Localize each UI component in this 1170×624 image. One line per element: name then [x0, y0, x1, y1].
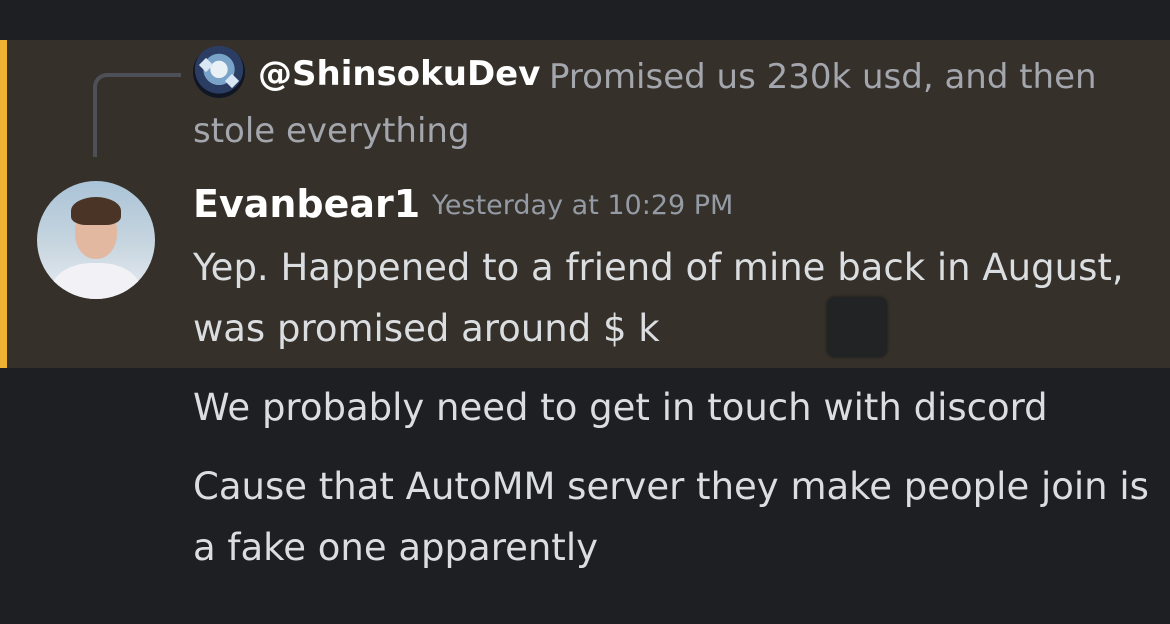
message-timestamp[interactable]: Yesterday at 10:29 PM [432, 186, 733, 226]
reply-spine [93, 73, 181, 157]
message-line: Cause that AutoMM server they make peopl… [193, 465, 1149, 569]
message-author[interactable]: Evanbear1 [193, 178, 420, 230]
avatar-hair [71, 197, 121, 225]
message-line: We probably need to get in touch with di… [193, 386, 1048, 429]
user-avatar[interactable] [37, 181, 155, 299]
highlight-accent-bar [0, 40, 7, 368]
message-line: Yep. Happened to a friend of mine back i… [193, 246, 1124, 350]
top-bar [0, 0, 1170, 40]
redaction-block [827, 297, 887, 357]
reply-author[interactable]: @ShinsokuDev [258, 50, 540, 98]
avatar-shirt [51, 263, 141, 299]
